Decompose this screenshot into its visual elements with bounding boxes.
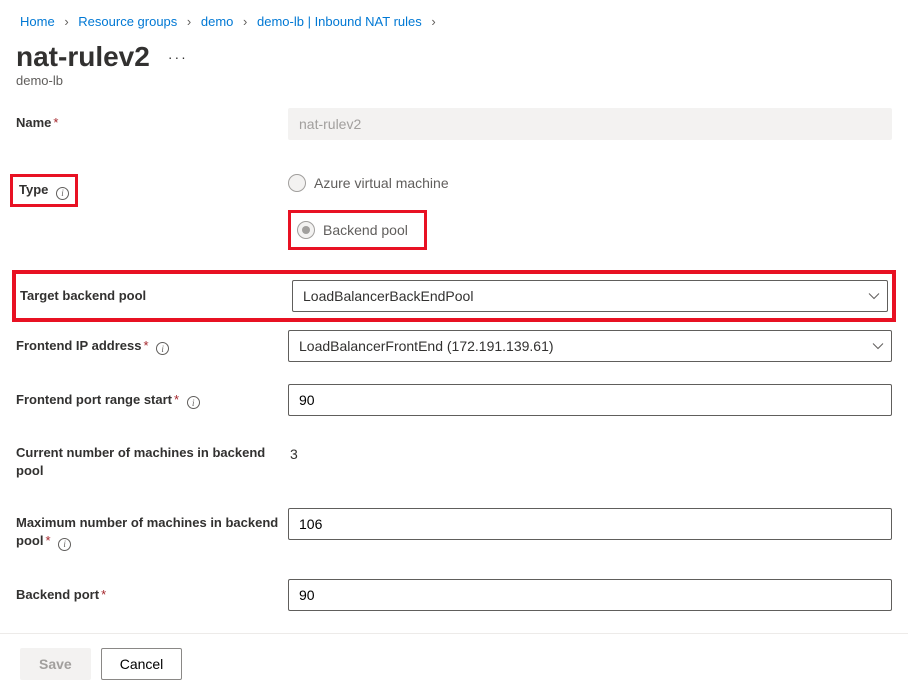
type-option-label-backend: Backend pool	[323, 222, 408, 238]
info-icon[interactable]: i	[156, 342, 169, 355]
radio-icon	[297, 221, 315, 239]
info-icon[interactable]: i	[187, 396, 200, 409]
max-machines-label: Maximum number of machines in backend po…	[16, 515, 278, 548]
max-machines-input[interactable]	[288, 508, 892, 540]
breadcrumb-demo[interactable]: demo	[201, 14, 234, 29]
chevron-right-icon: ›	[64, 14, 68, 29]
chevron-right-icon: ›	[243, 14, 247, 29]
frontend-port-start-input[interactable]	[288, 384, 892, 416]
required-indicator: *	[101, 587, 106, 602]
target-backend-pool-select[interactable]: LoadBalancerBackEndPool	[292, 280, 888, 312]
type-radio-backend-pool: Backend pool	[297, 219, 408, 241]
required-indicator: *	[53, 115, 58, 130]
breadcrumb: Home › Resource groups › demo › demo-lb …	[0, 0, 908, 35]
required-indicator: *	[143, 338, 148, 353]
footer: Save Cancel	[0, 633, 908, 694]
type-radio-azure-vm: Azure virtual machine	[288, 172, 892, 194]
name-label: Name	[16, 115, 51, 130]
required-indicator: *	[45, 533, 50, 548]
required-indicator: *	[174, 392, 179, 407]
target-backend-pool-label: Target backend pool	[20, 288, 146, 303]
info-icon[interactable]: i	[56, 187, 69, 200]
cancel-button[interactable]: Cancel	[101, 648, 183, 680]
breadcrumb-home[interactable]: Home	[20, 14, 55, 29]
radio-icon	[288, 174, 306, 192]
frontend-ip-label: Frontend IP address	[16, 338, 141, 353]
breadcrumb-resource-groups[interactable]: Resource groups	[78, 14, 177, 29]
page-subtitle: demo-lb	[0, 73, 908, 106]
type-label: Type	[19, 182, 48, 197]
chevron-right-icon: ›	[431, 14, 435, 29]
more-actions-button[interactable]: ···	[168, 49, 188, 65]
current-machines-value: 3	[288, 438, 892, 470]
frontend-port-start-label: Frontend port range start	[16, 392, 172, 407]
save-button[interactable]: Save	[20, 648, 91, 680]
type-option-label-vm: Azure virtual machine	[314, 175, 449, 191]
breadcrumb-inbound-nat-rules[interactable]: demo-lb | Inbound NAT rules	[257, 14, 422, 29]
page-title: nat-rulev2	[16, 41, 150, 73]
frontend-ip-select[interactable]: LoadBalancerFrontEnd (172.191.139.61)	[288, 330, 892, 362]
backend-port-input[interactable]	[288, 579, 892, 611]
chevron-right-icon: ›	[187, 14, 191, 29]
current-machines-label: Current number of machines in backend po…	[16, 445, 265, 478]
backend-port-label: Backend port	[16, 587, 99, 602]
name-input: nat-rulev2	[288, 108, 892, 140]
frontend-ip-value: LoadBalancerFrontEnd (172.191.139.61)	[288, 330, 892, 362]
target-backend-pool-value: LoadBalancerBackEndPool	[292, 280, 888, 312]
info-icon[interactable]: i	[58, 538, 71, 551]
